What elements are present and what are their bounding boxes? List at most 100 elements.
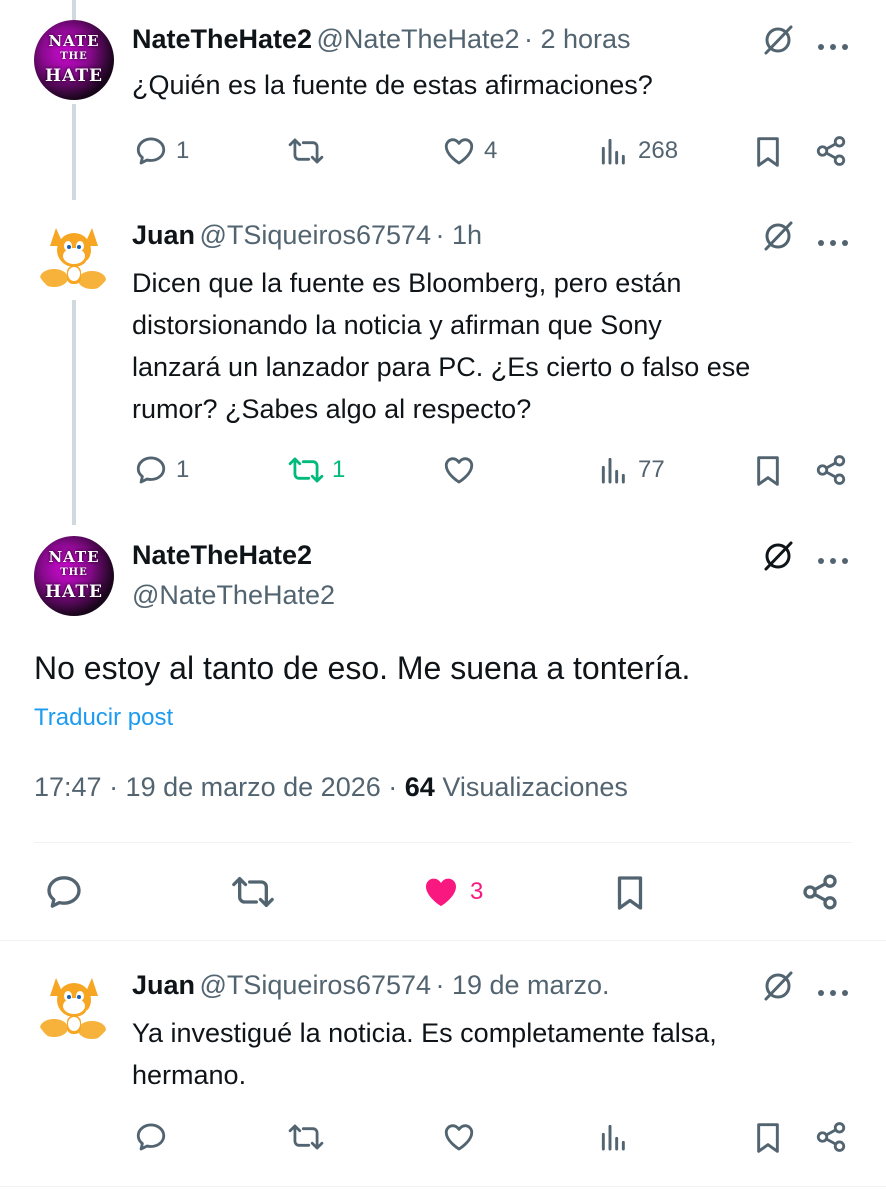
- author-handle[interactable]: @TSiqueiros67574: [199, 970, 431, 1000]
- tails-avatar-image: [40, 228, 106, 289]
- text-line: Ya investigué la noticia. Es completamen…: [132, 1018, 717, 1048]
- reply-icon: [47, 876, 81, 908]
- avatar[interactable]: NATE THE HATE: [34, 536, 114, 616]
- author-name[interactable]: NateTheHate2: [132, 540, 312, 571]
- reply-count: 1: [176, 137, 190, 164]
- bookmark-button[interactable]: [752, 453, 784, 489]
- text-line: hermano.: [132, 1060, 247, 1090]
- views-icon: [601, 1124, 625, 1151]
- reply-button[interactable]: [134, 1120, 168, 1154]
- author-handle[interactable]: @NateTheHate2: [317, 24, 520, 54]
- reply-button[interactable]: [44, 872, 84, 912]
- avatar-text: HATE: [45, 582, 103, 602]
- grok-icon[interactable]: [760, 218, 796, 259]
- reply-icon: [136, 137, 166, 165]
- author-name[interactable]: NateTheHate2: [132, 24, 312, 54]
- divider: [0, 940, 886, 941]
- reply-button[interactable]: 1: [134, 134, 189, 168]
- share-button[interactable]: [814, 453, 848, 487]
- repost-button[interactable]: [288, 134, 324, 168]
- views-count: 64: [404, 772, 435, 802]
- reply-count: 1: [176, 456, 190, 483]
- tweet-text: Dicen que la fuente es Bloomberg, pero e…: [132, 262, 750, 430]
- share-icon: [816, 455, 846, 485]
- timestamp[interactable]: · 2 horas: [524, 24, 631, 54]
- heart-filled-icon: [426, 878, 456, 907]
- heart-icon: [444, 138, 474, 165]
- repost-icon: [232, 877, 274, 907]
- avatar[interactable]: NATE THE HATE: [34, 20, 114, 100]
- timestamp[interactable]: · 19 de marzo.: [435, 970, 609, 1000]
- heart-icon: [444, 1124, 474, 1151]
- share-button[interactable]: [800, 872, 840, 912]
- avatar-text: NATE: [48, 548, 100, 566]
- more-icon[interactable]: [817, 38, 849, 56]
- bookmark-button[interactable]: [752, 134, 784, 170]
- text-line: lanzará un lanzador para PC. ¿Es cierto …: [132, 352, 751, 382]
- avatar-text: THE: [60, 567, 88, 578]
- author-name[interactable]: Juan: [132, 970, 195, 1000]
- like-button[interactable]: 4: [442, 134, 497, 168]
- share-icon: [816, 1122, 846, 1152]
- tweet-text: ¿Quién es la fuente de estas afirmacione…: [132, 70, 653, 100]
- bookmark-button[interactable]: [612, 872, 648, 914]
- repost-button[interactable]: [288, 1120, 324, 1154]
- repost-icon: [288, 1124, 324, 1150]
- avatar-text: HATE: [45, 66, 103, 86]
- share-button[interactable]: [814, 1120, 848, 1154]
- views-icon: [601, 457, 625, 484]
- like-count: 4: [484, 137, 498, 164]
- bookmark-icon: [617, 876, 643, 910]
- reply-button[interactable]: 1: [134, 453, 189, 487]
- views-button[interactable]: [598, 1120, 630, 1154]
- view-count: 77: [638, 456, 665, 483]
- avatar-text: NATE: [48, 32, 100, 50]
- grok-icon[interactable]: [760, 538, 796, 579]
- like-button[interactable]: 3: [420, 872, 483, 912]
- bookmark-button[interactable]: [752, 1120, 784, 1156]
- text-line: Dicen que la fuente es Bloomberg, pero e…: [132, 268, 682, 298]
- repost-icon: [288, 457, 324, 483]
- post-timestamp[interactable]: 17:47 · 19 de marzo de 2026 ·: [34, 772, 397, 802]
- grok-icon[interactable]: [760, 22, 796, 63]
- thread-line: [72, 104, 76, 200]
- views-button[interactable]: 77: [598, 453, 665, 487]
- repost-button[interactable]: [231, 872, 275, 912]
- tweet-text: No estoy al tanto de eso. Me suena a ton…: [34, 650, 691, 686]
- repost-icon: [288, 138, 324, 164]
- avatar[interactable]: [34, 216, 114, 296]
- bookmark-icon: [757, 1123, 779, 1153]
- repost-button[interactable]: 1: [288, 453, 345, 487]
- divider: [34, 842, 852, 843]
- tweet-text: Ya investigué la noticia. Es completamen…: [132, 1012, 717, 1096]
- bookmark-icon: [757, 456, 779, 486]
- thread-line: [72, 0, 76, 20]
- more-icon[interactable]: [817, 234, 849, 252]
- author-name[interactable]: Juan: [132, 220, 195, 250]
- reply-icon: [136, 1123, 166, 1151]
- text-line: rumor? ¿Sabes algo al respecto?: [132, 394, 532, 424]
- divider: [0, 1186, 886, 1187]
- like-button[interactable]: [442, 453, 476, 487]
- avatar[interactable]: [34, 966, 114, 1046]
- reply-icon: [136, 456, 166, 484]
- like-count: 3: [470, 878, 484, 905]
- grok-icon[interactable]: [760, 968, 796, 1009]
- views-button[interactable]: 268: [598, 134, 678, 168]
- author-handle[interactable]: @NateTheHate2: [132, 580, 335, 611]
- thread-line: [72, 300, 76, 525]
- text-line: distorsionando la noticia y afirman que …: [132, 310, 662, 340]
- author-handle[interactable]: @TSiqueiros67574: [199, 220, 431, 250]
- share-button[interactable]: [814, 134, 848, 168]
- timestamp[interactable]: · 1h: [435, 220, 482, 250]
- bookmark-icon: [757, 137, 779, 167]
- heart-icon: [444, 457, 474, 484]
- views-label: Visualizaciones: [442, 772, 628, 802]
- like-button[interactable]: [442, 1120, 476, 1154]
- more-icon[interactable]: [817, 552, 849, 570]
- views-icon: [601, 138, 625, 165]
- translate-link[interactable]: Traducir post: [34, 704, 173, 732]
- more-icon[interactable]: [817, 984, 849, 1002]
- avatar-text: THE: [60, 51, 88, 62]
- view-count: 268: [638, 137, 679, 164]
